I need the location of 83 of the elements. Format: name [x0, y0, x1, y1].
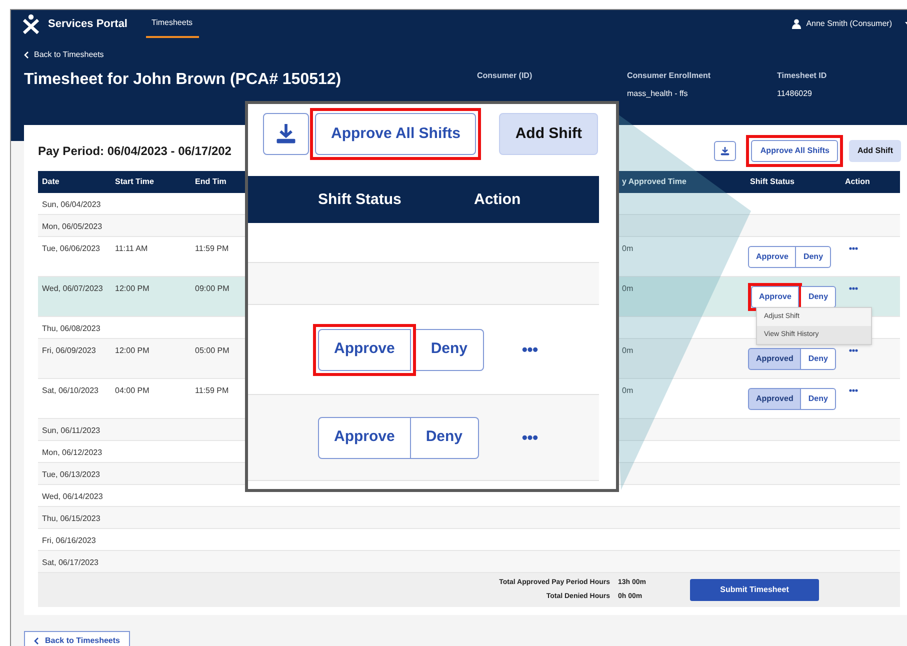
column-header: Action [845, 176, 870, 188]
column-header: Shift Status [750, 176, 794, 188]
back-button[interactable]: Back to Timesheets [24, 631, 130, 646]
table-cell: Sun, 06/11/2023 [42, 425, 100, 437]
approve-button[interactable]: Approve [318, 416, 411, 458]
more-button[interactable] [522, 434, 538, 440]
column-header: Action [474, 190, 521, 208]
table-cell: Wed, 06/14/2023 [42, 491, 103, 503]
table-cell: 11:11 AM [115, 243, 148, 255]
approve-button[interactable]: Approved [748, 388, 802, 410]
table-cell: 09:00 PM [195, 283, 230, 295]
more-button[interactable] [849, 247, 858, 250]
download-icon [275, 123, 297, 145]
table-cell: 12:00 PM [115, 283, 150, 295]
table-cell: Sun, 06/04/2023 [42, 199, 101, 211]
page-title: Timesheet for John Brown (PCA# 150512) [24, 70, 342, 90]
download-button[interactable] [263, 113, 309, 155]
deny-button[interactable]: Deny [796, 246, 832, 268]
deny-button[interactable]: Deny [801, 286, 836, 308]
submit-button[interactable]: Submit Timesheet [690, 579, 819, 601]
add-shift-button[interactable]: Add Shift [849, 140, 901, 162]
approve-all-button[interactable]: Approve All Shifts [315, 113, 476, 155]
download-button[interactable] [714, 141, 736, 161]
table-cell: Mon, 06/05/2023 [42, 221, 102, 233]
more-icon [522, 346, 538, 352]
approve-button[interactable]: Approve [318, 328, 411, 370]
table-cell: Tue, 06/06/2023 [42, 243, 100, 255]
more-icon [849, 349, 858, 352]
column-header: Date [42, 176, 60, 188]
column-header: y Approved Time [622, 176, 686, 188]
table-cell: 0m [622, 243, 634, 255]
table-cell: Sat, 06/10/2023 [42, 385, 98, 397]
more-button[interactable] [522, 346, 538, 352]
table-cell: 0m [622, 385, 634, 397]
pay-period: Pay Period: 06/04/2023 - 06/17/202 [38, 143, 232, 160]
table-cell: Thu, 06/08/2023 [42, 323, 100, 335]
more-icon [849, 389, 858, 392]
more-button[interactable] [849, 349, 858, 352]
info-label: Consumer Enrollment [627, 70, 712, 82]
chevron-left-icon [24, 51, 29, 59]
more-button[interactable] [849, 389, 858, 392]
person-logo-icon [23, 14, 39, 34]
column-header: End Tim [195, 176, 226, 188]
more-button[interactable] [849, 287, 858, 290]
table-cell: 0m [622, 283, 634, 295]
table-cell: Fri, 06/16/2023 [42, 535, 96, 547]
table-cell: 0m [622, 345, 634, 357]
column-header: Shift Status [318, 190, 402, 208]
column-header: Start Time [115, 176, 154, 188]
info-value: mass_health - ffs [627, 88, 689, 100]
info-value: 11486029 [777, 88, 813, 100]
approve-button[interactable]: Approved [748, 348, 802, 370]
download-icon [720, 146, 730, 156]
deny-button[interactable]: Deny [801, 388, 836, 410]
info-label: Consumer (ID) [477, 70, 534, 82]
table-cell: 05:00 PM [195, 345, 230, 357]
approve-button[interactable]: Approve [748, 246, 796, 268]
table-cell: 12:00 PM [115, 345, 150, 357]
table-cell: 04:00 PM [115, 385, 150, 397]
more-icon [849, 287, 858, 290]
more-icon [522, 434, 538, 440]
deny-button[interactable]: Deny [410, 416, 479, 458]
table-cell: Thu, 06/15/2023 [42, 513, 100, 525]
table-cell: 11:59 PM [195, 243, 229, 255]
info-label: Timesheet ID [777, 70, 828, 82]
table-cell: Mon, 06/12/2023 [42, 447, 102, 459]
approve-button[interactable]: Approve [751, 286, 800, 308]
table-cell: Tue, 06/13/2023 [42, 469, 100, 481]
brand-name: Services Portal [48, 16, 128, 32]
table-cell: Fri, 06/09/2023 [42, 345, 96, 357]
nav-tab[interactable]: Timesheets [146, 10, 199, 38]
table-cell: Wed, 06/07/2023 [42, 283, 103, 295]
deny-button[interactable]: Deny [801, 348, 836, 370]
table-cell: 11:59 PM [195, 385, 229, 397]
chevron-left-icon [34, 637, 39, 645]
back-link[interactable]: Back to Timesheets [24, 49, 104, 61]
approve-all-button[interactable]: Approve All Shifts [751, 140, 838, 162]
add-shift-button[interactable]: Add Shift [499, 113, 598, 155]
more-icon [849, 247, 858, 250]
user-name[interactable]: Anne Smith (Consumer) [806, 18, 892, 30]
user-icon [792, 19, 802, 29]
table-cell: Sat, 06/17/2023 [42, 557, 98, 569]
deny-button[interactable]: Deny [416, 328, 484, 370]
